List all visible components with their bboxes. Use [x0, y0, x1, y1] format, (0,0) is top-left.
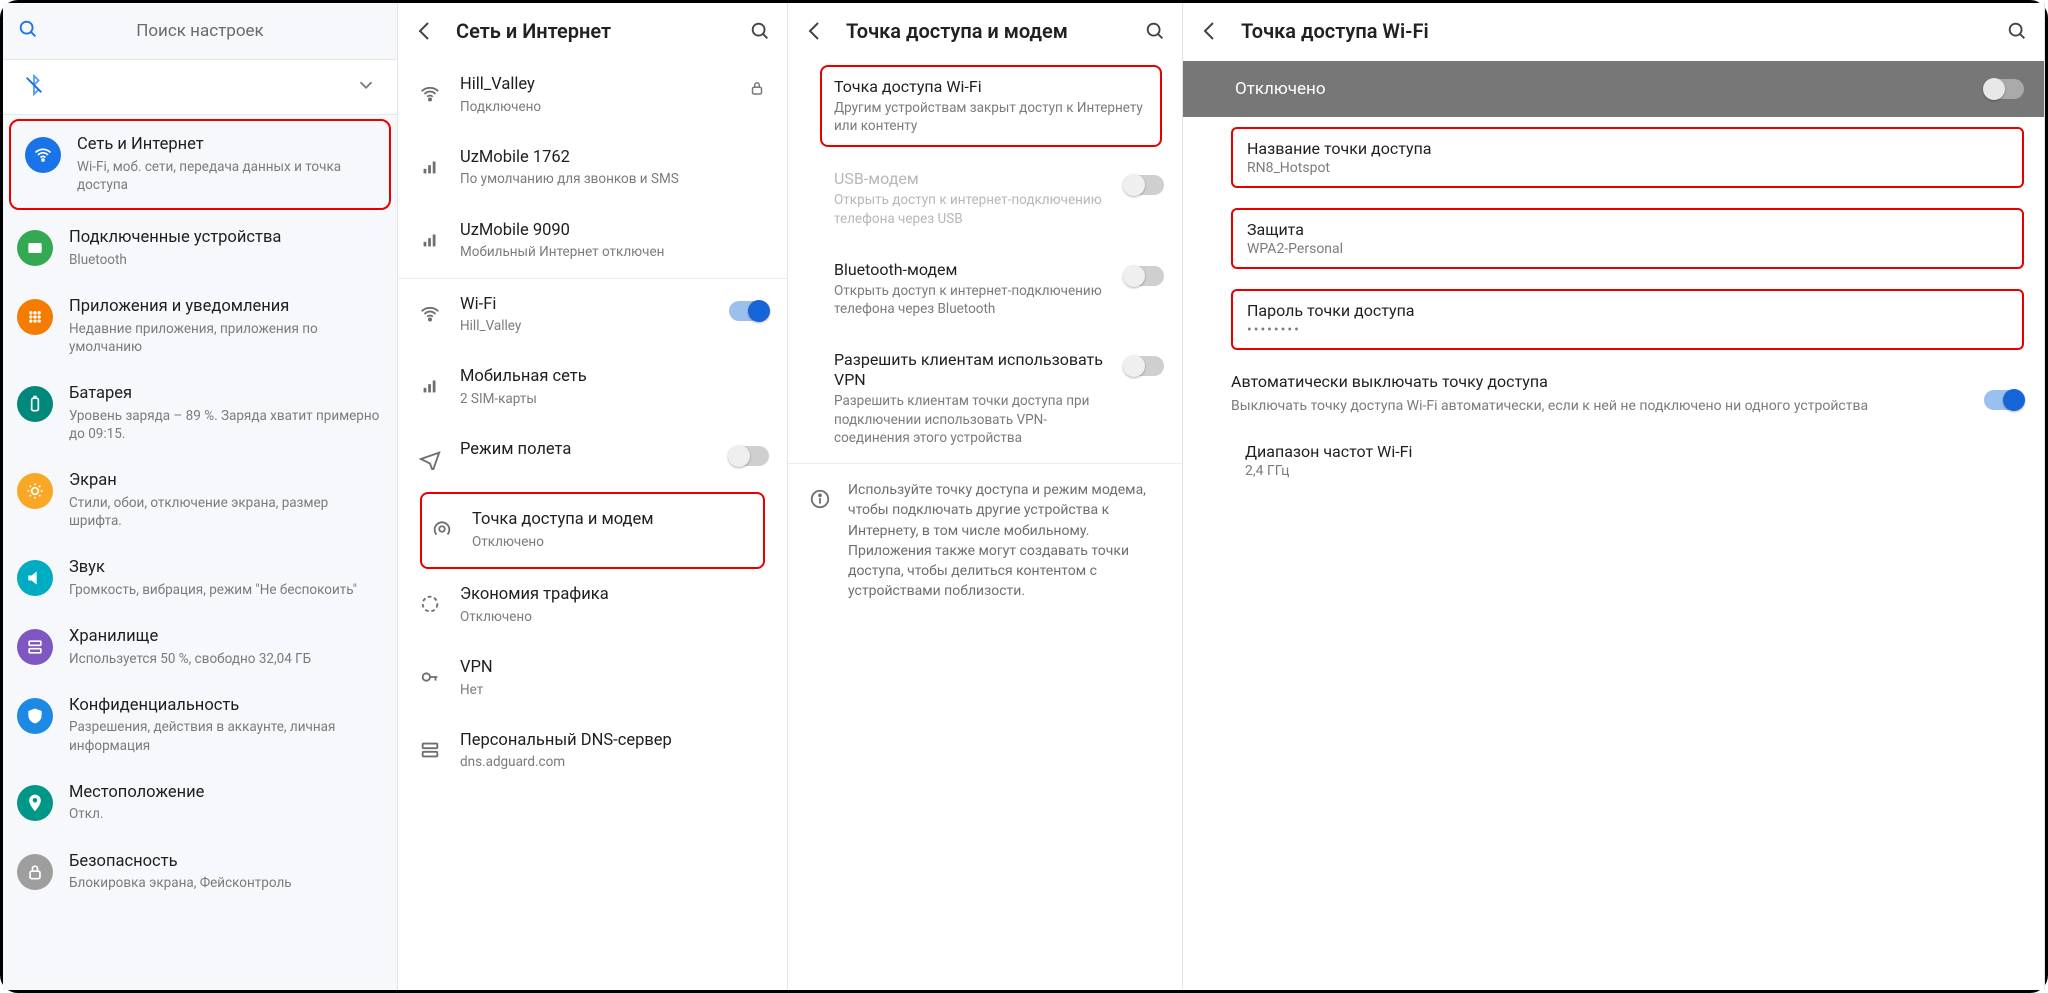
- dns-icon: [416, 733, 444, 767]
- airplane-toggle[interactable]: [729, 446, 769, 466]
- settings-item-network[interactable]: Сеть и ИнтернетWi-Fi, моб. сети, передач…: [9, 119, 391, 210]
- data-saver-icon: [416, 587, 444, 621]
- sound-icon: [17, 560, 53, 596]
- network-item-connected-wifi[interactable]: Hill_ValleyПодключено: [398, 59, 787, 132]
- settings-item-security[interactable]: БезопасностьБлокировка экрана, Фейсконтр…: [3, 838, 397, 907]
- settings-item-sound[interactable]: ЗвукГромкость, вибрация, режим "Не беспо…: [3, 544, 397, 613]
- signal-icon: [416, 223, 444, 257]
- network-item-dns[interactable]: Персональный DNS-серверdns.adguard.com: [398, 715, 787, 788]
- display-icon: [17, 473, 53, 509]
- wifi-toggle[interactable]: [729, 301, 769, 321]
- hotspot-icon: [428, 512, 456, 546]
- search-settings[interactable]: Поиск настроек: [3, 3, 397, 59]
- hotspot-item-vpn-share[interactable]: Разрешить клиентам использовать VPNРазре…: [788, 334, 1182, 463]
- lock-icon: [745, 79, 769, 97]
- hotspot-item-usb: USB-модемОткрыть доступ к интернет-подкл…: [788, 153, 1182, 243]
- airplane-icon: [416, 442, 444, 476]
- quick-settings-row[interactable]: [3, 59, 397, 115]
- network-item-wifi[interactable]: Wi-FiHill_Valley: [398, 279, 787, 352]
- vpn-icon: [416, 660, 444, 694]
- chevron-down-icon: [355, 74, 377, 100]
- network-item-airplane[interactable]: Режим полета: [398, 424, 787, 492]
- location-icon: [17, 785, 53, 821]
- devices-icon: [17, 230, 53, 266]
- network-item-sim2[interactable]: UzMobile 9090Мобильный Интернет отключен: [398, 205, 787, 278]
- hotspot-info: Используйте точку доступа и режим модема…: [788, 464, 1182, 618]
- settings-item-battery[interactable]: БатареяУровень заряда – 89 %. Заряда хва…: [3, 370, 397, 457]
- search-icon[interactable]: [1138, 14, 1172, 48]
- settings-item-storage[interactable]: ХранилищеИспользуется 50 %, свободно 32,…: [3, 613, 397, 682]
- settings-root-panel: Поиск настроек Сеть и ИнтернетWi-Fi, моб…: [3, 3, 398, 990]
- settings-item-location[interactable]: МестоположениеОткл.: [3, 769, 397, 838]
- bluetooth-off-icon: [23, 74, 45, 100]
- battery-icon: [17, 386, 53, 422]
- search-icon: [17, 18, 39, 45]
- network-header: Сеть и Интернет: [398, 3, 787, 59]
- network-item-vpn[interactable]: VPNНет: [398, 642, 787, 715]
- wifi-icon: [416, 297, 444, 331]
- settings-item-privacy[interactable]: КонфиденциальностьРазрешения, действия в…: [3, 682, 397, 769]
- network-item-hotspot[interactable]: Точка доступа и модемОтключено: [420, 492, 765, 569]
- back-icon[interactable]: [798, 14, 832, 48]
- settings-item-display[interactable]: ЭкранСтили, обои, отключение экрана, раз…: [3, 457, 397, 544]
- vpn-share-toggle[interactable]: [1124, 356, 1164, 376]
- back-icon[interactable]: [408, 14, 442, 48]
- network-item-sim1[interactable]: UzMobile 1762По умолчанию для звонков и …: [398, 132, 787, 205]
- hotspot-password-entry[interactable]: Пароль точки доступа ••••••••: [1231, 289, 2024, 350]
- hotspot-band-entry[interactable]: Диапазон частот Wi-Fi 2,4 ГГц: [1231, 432, 2024, 489]
- wifi-icon: [25, 137, 61, 173]
- hotspot-item-wifi-hotspot[interactable]: Точка доступа Wi-FiДругим устройствам за…: [820, 65, 1162, 147]
- lock-icon: [17, 854, 53, 890]
- hotspot-status-label: Отключено: [1235, 79, 1326, 99]
- hotspot-auto-off-row[interactable]: Автоматически выключать точку доступа Вы…: [1231, 372, 2024, 416]
- signal-icon: [416, 150, 444, 184]
- network-item-mobile[interactable]: Мобильная сеть2 SIM-карты: [398, 351, 787, 424]
- info-icon: [806, 482, 834, 516]
- search-icon[interactable]: [743, 14, 777, 48]
- hotspot-item-bluetooth[interactable]: Bluetooth-модемОткрыть доступ к интернет…: [788, 244, 1182, 334]
- settings-item-apps[interactable]: Приложения и уведомленияНедавние приложе…: [3, 283, 397, 370]
- network-panel: Сеть и Интернет Hill_ValleyПодключено Uz…: [398, 3, 788, 990]
- search-placeholder: Поиск настроек: [136, 21, 264, 41]
- hotspot-security-entry[interactable]: Защита WPA2-Personal: [1231, 208, 2024, 269]
- wifi-hotspot-panel: Точка доступа Wi-Fi Отключено Название т…: [1183, 3, 2045, 990]
- back-icon[interactable]: [1193, 14, 1227, 48]
- search-icon[interactable]: [2000, 14, 2034, 48]
- hotspot-header: Точка доступа и модем: [788, 3, 1182, 59]
- usb-tether-toggle: [1124, 175, 1164, 195]
- wifi-icon: [416, 77, 444, 111]
- hotspot-status-row[interactable]: Отключено: [1183, 61, 2044, 117]
- bluetooth-tether-toggle[interactable]: [1124, 266, 1164, 286]
- signal-icon: [416, 369, 444, 403]
- hotspot-auto-off-toggle[interactable]: [1984, 390, 2024, 410]
- hotspot-main-toggle[interactable]: [1984, 79, 2024, 99]
- settings-list: Сеть и ИнтернетWi-Fi, моб. сети, передач…: [3, 115, 397, 990]
- storage-icon: [17, 629, 53, 665]
- network-item-data-saver[interactable]: Экономия трафикаОтключено: [398, 569, 787, 642]
- wifi-hotspot-header: Точка доступа Wi-Fi: [1183, 3, 2044, 59]
- privacy-icon: [17, 698, 53, 734]
- apps-icon: [17, 299, 53, 335]
- hotspot-panel: Точка доступа и модем Точка доступа Wi-F…: [788, 3, 1183, 990]
- hotspot-name-entry[interactable]: Название точки доступа RN8_Hotspot: [1231, 127, 2024, 188]
- settings-item-connected-devices[interactable]: Подключенные устройстваBluetooth: [3, 214, 397, 283]
